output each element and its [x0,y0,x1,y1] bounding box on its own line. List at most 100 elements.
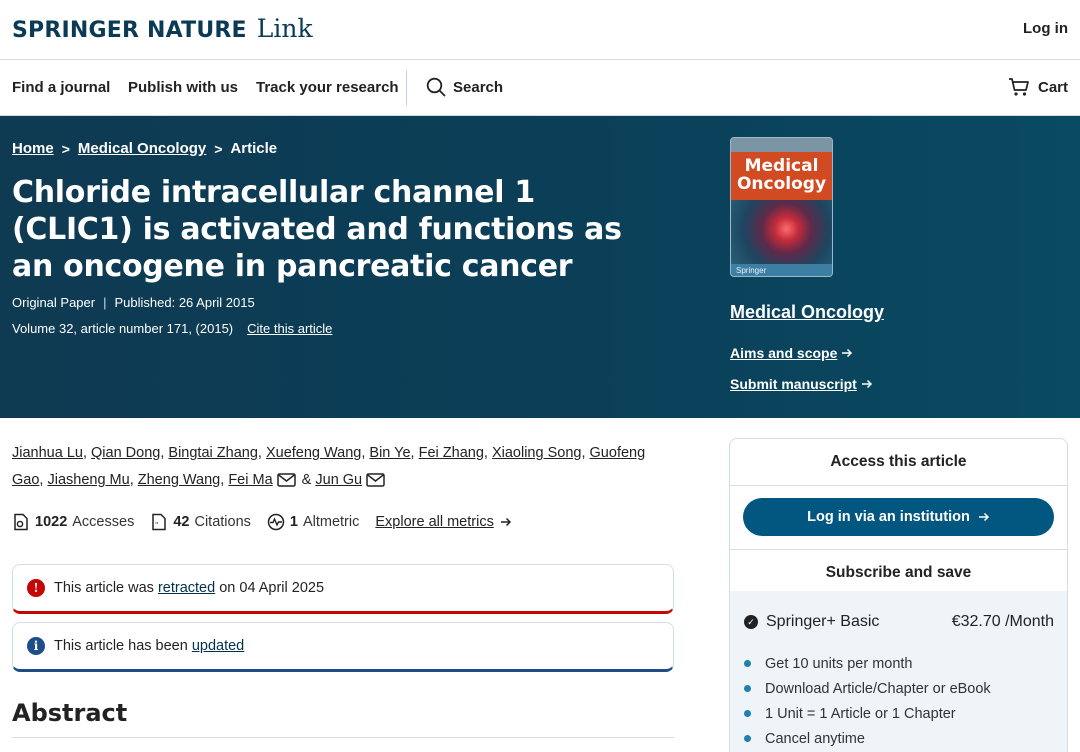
journal-cover-image[interactable]: Medical Oncology Springer [730,137,833,277]
plan-name: Springer+ Basic [766,613,880,630]
bullet-dot-icon [744,710,751,717]
info-icon: i [27,637,45,655]
article-metrics: 1022 Accesses " 42 Citations 1 Altmetric… [12,513,512,531]
cover-title-line1: Medical [744,156,819,176]
author-link[interactable]: Zheng Wang [138,472,220,488]
card-divider [730,485,1067,486]
nav-search-label: Search [453,78,504,96]
author-link[interactable]: Bin Ye [369,445,410,461]
bullet-dot-icon [744,685,751,692]
breadcrumb: Home > Medical Oncology > Article [12,140,277,157]
benefit-item: 1 Unit = 1 Article or 1 Chapter [744,701,991,726]
top-header: SPRINGER NATURE Link Log in [0,0,1080,60]
update-text-pre: This article has been [54,638,188,654]
mail-icon[interactable] [366,473,385,487]
arrow-right-icon [842,348,853,358]
metric-citations: " 42 Citations [150,513,251,531]
meta-separator: | [103,295,107,310]
altmetric-label: Altmetric [302,514,360,530]
retraction-notice: ! This article was retracted on 04 April… [12,564,674,614]
breadcrumb-chevron-icon: > [61,140,70,157]
breadcrumb-home[interactable]: Home [12,140,54,157]
abstract-divider [12,737,674,738]
nav-find-journal[interactable]: Find a journal [12,79,110,96]
accesses-count: 1022 [35,514,68,530]
bullet-dot-icon [744,660,751,667]
journal-name-link[interactable]: Medical Oncology [730,302,884,323]
subscribe-heading: Subscribe and save [825,564,972,581]
benefit-item: Cancel anytime [744,726,991,751]
logo-brand: SPRINGER NATURE [12,18,247,43]
retraction-text-pre: This article was [54,580,154,596]
nav-publish[interactable]: Publish with us [128,79,238,96]
author-list: Jianhua Lu, Qian Dong, Bingtai Zhang, Xu… [12,445,646,488]
subscription-plan[interactable]: ✓ Springer+ Basic €32.70 /Month Get 10 u… [730,591,1067,752]
mail-icon[interactable] [276,473,296,487]
author-link[interactable]: Qian Dong [91,445,160,461]
explore-metrics-link[interactable]: Explore all metrics [375,514,511,530]
retracted-link[interactable]: retracted [158,580,215,596]
cover-illustration [731,200,832,264]
breadcrumb-journal[interactable]: Medical Oncology [78,140,206,157]
nav-search-button[interactable]: Search [426,77,503,97]
benefit-item: Get 10 units per month [744,651,991,676]
svg-text:": " [155,521,158,529]
cover-title-line2: Oncology [736,174,827,194]
plan-price: €32.70 /Month [951,613,1054,630]
breadcrumb-chevron-icon: > [214,140,223,157]
author-link[interactable]: Bingtai Zhang [168,445,257,461]
author-ampersand: & [301,472,312,488]
nav-divider [406,70,407,106]
cart-icon [1008,78,1029,96]
author-link[interactable]: Jun Gu [315,472,362,488]
nav-track-research[interactable]: Track your research [256,79,399,96]
alert-icon: ! [27,579,45,597]
nav-cart-label: Cart [1037,78,1068,96]
retraction-text-post: on 04 April 2025 [219,580,325,596]
citations-label: Citations [194,514,251,530]
updated-link[interactable]: updated [192,638,244,654]
login-link[interactable]: Log in [1023,20,1068,37]
author-link[interactable]: Jianhua Lu [12,445,83,461]
explore-metrics-label: Explore all metrics [375,514,494,530]
card-divider [730,549,1067,550]
citations-icon: " [152,513,167,531]
aims-scope-link[interactable]: Aims and scope [730,345,853,361]
volume-info: Volume 32, article number 171, (2015) [12,321,234,336]
cover-title: Medical Oncology [731,152,832,200]
arrow-right-icon [500,517,511,527]
submit-manuscript-link[interactable]: Submit manuscript [730,376,873,392]
springer-nature-link-logo[interactable]: SPRINGER NATURE Link [12,14,313,43]
citations-count: 42 [173,514,190,530]
nav-cart-button[interactable]: Cart [1008,77,1068,97]
article-type: Original Paper [12,295,96,310]
author-link[interactable]: Fei Ma [228,472,272,488]
plan-benefits: Get 10 units per month Download Article/… [744,651,991,751]
author-link[interactable]: Xiaoling Song [492,445,582,461]
author-link[interactable]: Fei Zhang [419,445,484,461]
cite-article-link[interactable]: Cite this article [247,321,332,336]
article-title: Chloride intracellular channel 1 (CLIC1)… [12,175,622,284]
accesses-label: Accesses [72,514,135,530]
author-link[interactable]: Jiasheng Mu [47,472,129,488]
aims-scope-label: Aims and scope [730,345,838,361]
author-link[interactable]: Xuefeng Wang [266,445,361,461]
abstract-heading: Abstract [12,699,128,727]
bullet-dot-icon [744,735,751,742]
update-notice: i This article has been updated [12,622,674,672]
altmetric-count: 1 [289,514,298,530]
institution-login-button[interactable]: Log in via an institution [743,498,1054,536]
accesses-icon [14,513,28,531]
published-date: Published: 26 April 2015 [114,295,255,310]
altmetric-icon [267,513,285,531]
access-card: Access this article Log in via an instit… [729,438,1068,752]
institution-login-label: Log in via an institution [807,509,970,525]
metric-accesses: 1022 Accesses [12,513,134,531]
article-meta-line1: Original Paper | Published: 26 April 201… [12,295,255,310]
benefit-item: Download Article/Chapter or eBook [744,676,991,701]
breadcrumb-current: Article [230,140,278,157]
article-hero: Home > Medical Oncology > Article Chlori… [0,116,1080,418]
check-circle-icon: ✓ [744,615,758,629]
plan-row: ✓ Springer+ Basic €32.70 /Month [744,613,1054,631]
search-icon [426,77,446,97]
